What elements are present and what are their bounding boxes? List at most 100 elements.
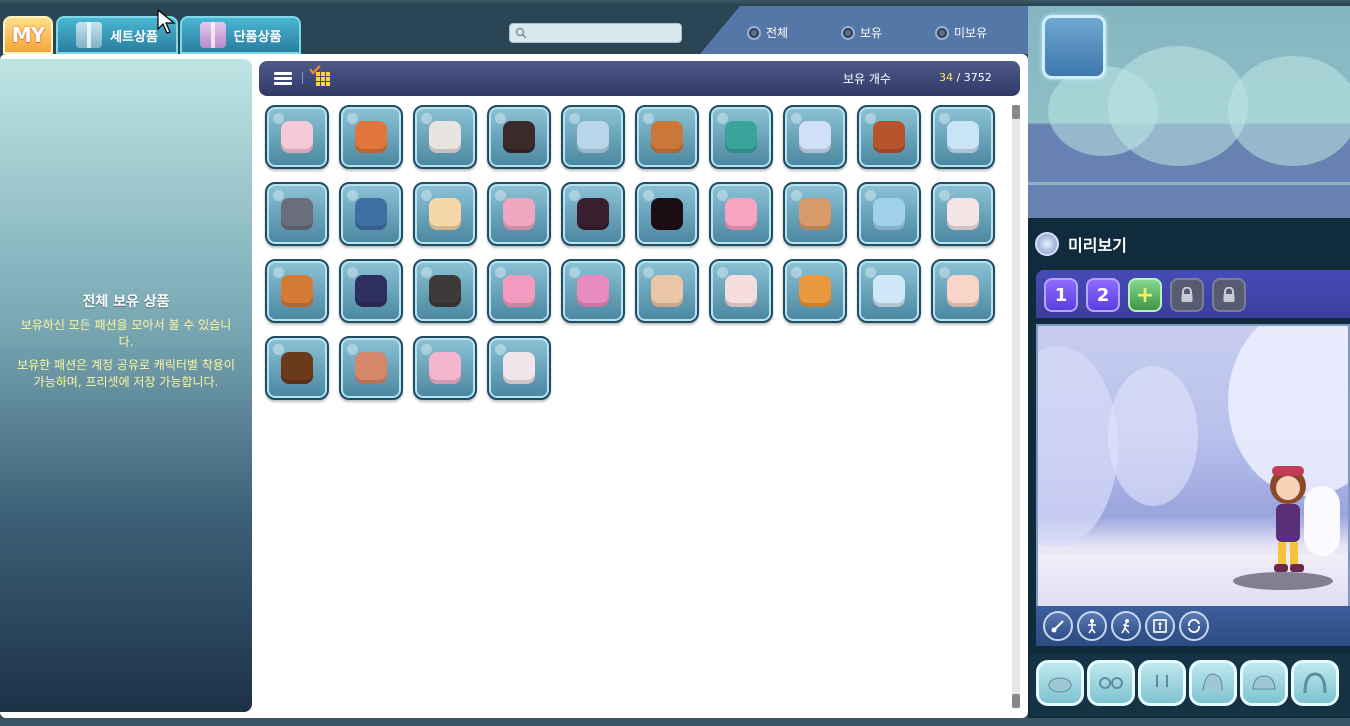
grid-view-check-icon[interactable] [309, 65, 331, 87]
teal-shoes-icon [725, 121, 757, 153]
preset-2-label: 2 [1096, 284, 1110, 306]
flame-armor-icon [355, 121, 387, 153]
item-slot[interactable] [931, 182, 995, 246]
filter-not-owned[interactable]: 미보유 [935, 24, 987, 41]
item-slot[interactable] [561, 259, 625, 323]
item-slot[interactable] [635, 105, 699, 169]
filter-not-owned-label: 미보유 [954, 26, 988, 40]
hat-slot-icon [1048, 677, 1072, 693]
pink-fur-pouch-icon [577, 275, 609, 307]
item-slot[interactable] [709, 259, 773, 323]
blue-robe-icon [577, 121, 609, 153]
sheep-slippers-icon [947, 198, 979, 230]
item-slot[interactable] [413, 336, 477, 400]
add-preset-button[interactable]: + [1128, 278, 1162, 312]
item-slot[interactable] [265, 182, 329, 246]
frame-button[interactable] [1145, 611, 1175, 641]
item-slot[interactable] [931, 259, 995, 323]
item-slot[interactable] [487, 336, 551, 400]
item-slot[interactable] [413, 105, 477, 169]
filter-owned[interactable]: 보유 [841, 24, 882, 41]
radio-icon [747, 25, 761, 40]
ribbon-fork-icon [799, 121, 831, 153]
item-slot[interactable] [487, 259, 551, 323]
list-header: 보유 개수 34 / 3752 [259, 61, 1020, 96]
scrollbar[interactable] [1012, 105, 1020, 708]
walk-icon [1121, 619, 1130, 634]
item-grid [265, 105, 995, 400]
glasses-slot[interactable] [1087, 660, 1135, 706]
item-slot[interactable] [783, 105, 847, 169]
tab-single-label: 단품상품 [233, 29, 282, 45]
item-slot[interactable] [413, 182, 477, 246]
item-slot[interactable] [339, 336, 403, 400]
add-preset-label: + [1135, 282, 1155, 308]
hood-slot[interactable] [1291, 660, 1339, 706]
list-view-icon[interactable] [274, 72, 292, 86]
cap-slot[interactable] [1240, 660, 1288, 706]
navy-boots-icon [355, 275, 387, 307]
pink-ballet-dress-icon [503, 198, 535, 230]
preset-2-button[interactable]: 2 [1086, 278, 1120, 312]
cherry-heels-icon [577, 198, 609, 230]
item-slot[interactable] [487, 105, 551, 169]
item-slot[interactable] [783, 259, 847, 323]
item-slot[interactable] [339, 259, 403, 323]
item-slot[interactable] [413, 259, 477, 323]
owned-count: 34 / 3752 [939, 71, 992, 84]
cream-dress-icon [429, 198, 461, 230]
item-slot[interactable] [931, 105, 995, 169]
search-box[interactable] [509, 23, 682, 43]
locked-preset-button[interactable] [1170, 278, 1204, 312]
count-separator: / [956, 71, 961, 84]
hat-slot[interactable] [1036, 660, 1084, 706]
tab-single-items[interactable]: 단품상품 [180, 16, 301, 54]
item-slot[interactable] [709, 182, 773, 246]
scrollbar-thumb[interactable] [1012, 105, 1020, 119]
info-desc-2: 보유한 패션은 계정 공유로 캐릭터별 착용이 가능하며, 프리셋에 저장 가능… [17, 358, 235, 389]
item-slot[interactable] [561, 105, 625, 169]
gift-box-icon [199, 22, 226, 48]
item-slot[interactable] [709, 105, 773, 169]
filter-owned-label: 보유 [860, 26, 883, 40]
hamster-pair-icon [799, 198, 831, 230]
item-slot[interactable] [857, 105, 921, 169]
search-input[interactable] [531, 26, 681, 40]
item-slot[interactable] [635, 259, 699, 323]
stand-button[interactable] [1077, 611, 1107, 641]
cow-hoodie-icon [503, 121, 535, 153]
preset-1-button[interactable]: 1 [1044, 278, 1078, 312]
item-slot[interactable] [857, 259, 921, 323]
item-slot[interactable] [339, 105, 403, 169]
info-panel: 전체 보유 상품 보유하신 모든 패션을 모아서 볼 수 있습니다. 보유한 패… [0, 59, 252, 712]
walk-button[interactable] [1111, 611, 1141, 641]
item-slot[interactable] [339, 182, 403, 246]
character-preview-stage [1036, 324, 1350, 644]
scrollbar-down[interactable] [1012, 694, 1020, 708]
penguin-icon [281, 198, 313, 230]
item-slot[interactable] [561, 182, 625, 246]
item-slot[interactable] [265, 336, 329, 400]
item-slot[interactable] [265, 105, 329, 169]
orange-tail-icon [873, 121, 905, 153]
white-puppy-icon [429, 121, 461, 153]
radio-icon [935, 25, 949, 40]
item-slot[interactable] [857, 182, 921, 246]
earring-slot[interactable] [1138, 660, 1186, 706]
earring-slot-icon [1154, 675, 1170, 693]
cap-slot-icon [1252, 675, 1276, 690]
character-portrait[interactable] [1042, 15, 1106, 79]
item-slot[interactable] [487, 182, 551, 246]
item-slot[interactable] [265, 259, 329, 323]
locked-preset-button[interactable] [1212, 278, 1246, 312]
item-slot[interactable] [783, 182, 847, 246]
filter-all[interactable]: 전체 [747, 24, 788, 41]
brush-button[interactable] [1043, 611, 1073, 641]
mouse-cursor-icon [157, 9, 176, 34]
tab-my[interactable]: MY [3, 16, 53, 54]
rotate-button[interactable] [1179, 611, 1209, 641]
gift-box-icon [76, 22, 103, 48]
item-slot[interactable] [635, 182, 699, 246]
hair-slot[interactable] [1189, 660, 1237, 706]
pink-cat-hat-icon [281, 121, 313, 153]
